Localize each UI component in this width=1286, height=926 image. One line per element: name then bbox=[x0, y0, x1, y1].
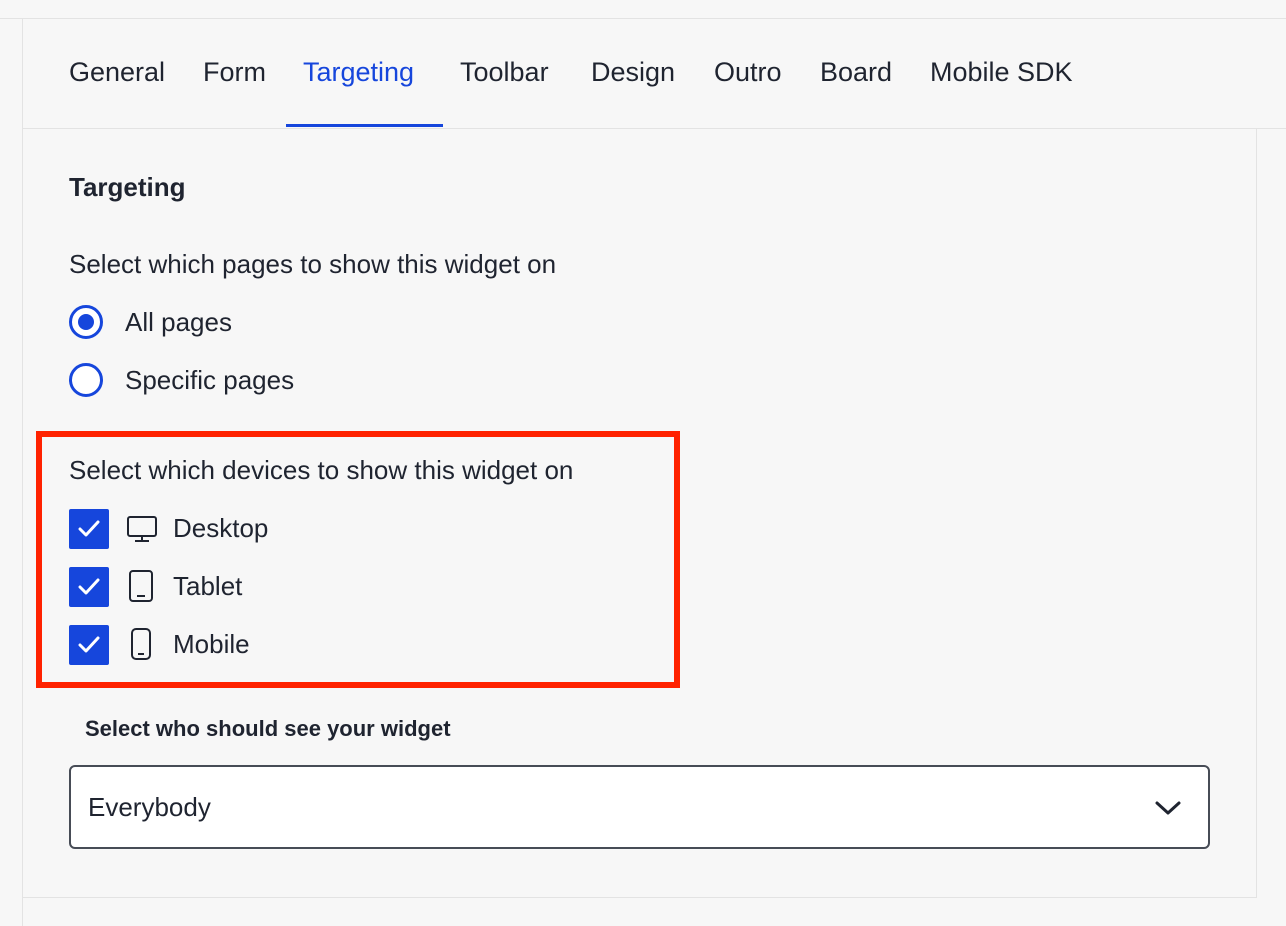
chevron-down-icon bbox=[1155, 801, 1181, 815]
desktop-label[interactable]: Desktop bbox=[173, 513, 268, 544]
tab-toolbar[interactable]: Toolbar bbox=[460, 19, 549, 127]
tab-mobile-sdk[interactable]: Mobile SDK bbox=[930, 19, 1073, 127]
tablet-label[interactable]: Tablet bbox=[173, 571, 242, 602]
desktop-checkbox[interactable] bbox=[69, 509, 109, 549]
specific-pages-label[interactable]: Specific pages bbox=[125, 365, 294, 396]
tablet-checkbox[interactable] bbox=[69, 567, 109, 607]
section-title: Targeting bbox=[69, 172, 186, 202]
mobile-checkbox[interactable] bbox=[69, 625, 109, 665]
checkmark-icon bbox=[78, 636, 100, 653]
mobile-label[interactable]: Mobile bbox=[173, 629, 250, 660]
checkmark-icon bbox=[78, 520, 100, 537]
tab-general[interactable]: General bbox=[69, 19, 165, 127]
all-pages-label[interactable]: All pages bbox=[125, 307, 232, 338]
active-tab-indicator bbox=[286, 124, 443, 127]
devices-group-label: Select which devices to show this widget… bbox=[69, 455, 574, 485]
audience-select-value: Everybody bbox=[88, 792, 211, 822]
tab-targeting[interactable]: Targeting bbox=[303, 19, 414, 127]
all-pages-radio[interactable] bbox=[69, 305, 103, 339]
mobile-icon bbox=[131, 628, 151, 660]
desktop-icon bbox=[127, 516, 157, 542]
left-divider bbox=[22, 18, 23, 926]
panel-right-divider bbox=[1256, 129, 1257, 898]
tab-board[interactable]: Board bbox=[820, 19, 892, 127]
audience-label: Select who should see your widget bbox=[85, 716, 451, 741]
tablet-icon bbox=[129, 570, 153, 602]
tab-outro[interactable]: Outro bbox=[714, 19, 782, 127]
audience-select[interactable]: Everybody bbox=[69, 765, 1210, 849]
tab-form[interactable]: Form bbox=[203, 19, 266, 127]
panel-bottom-divider bbox=[23, 897, 1257, 898]
tab-design[interactable]: Design bbox=[591, 19, 675, 127]
top-bar bbox=[0, 0, 1286, 19]
checkmark-icon bbox=[78, 578, 100, 595]
specific-pages-radio[interactable] bbox=[69, 363, 103, 397]
pages-group-label: Select which pages to show this widget o… bbox=[69, 249, 557, 279]
